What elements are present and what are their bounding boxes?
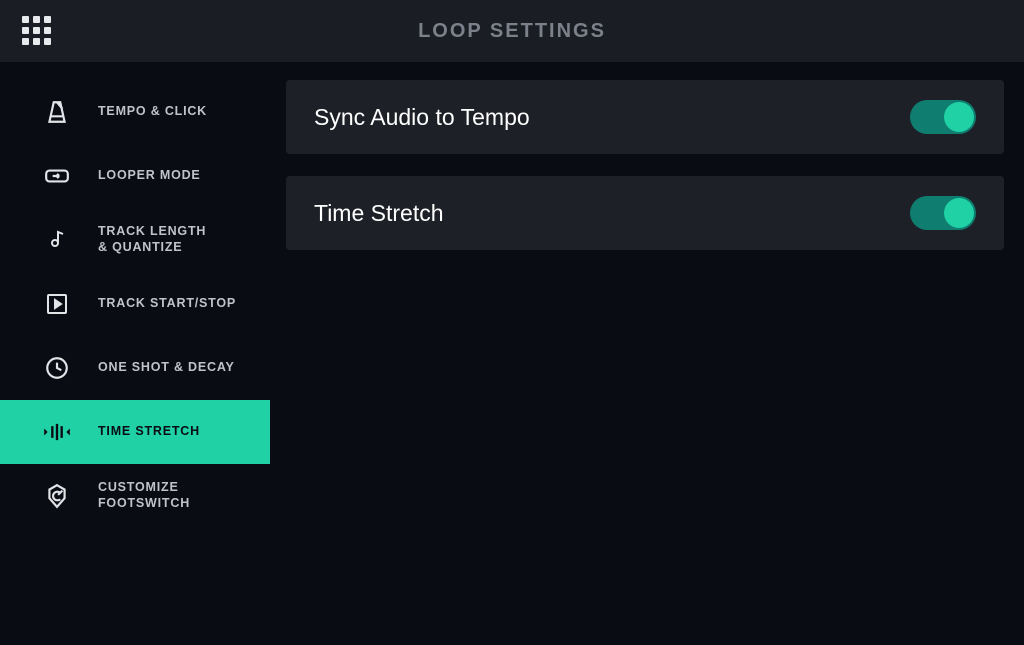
settings-content: Sync Audio to Tempo Time Stretch: [270, 62, 1024, 645]
sidebar-item-label: LOOPER MODE: [98, 168, 201, 184]
setting-label: Time Stretch: [314, 200, 444, 227]
sidebar-item-label: TRACK LENGTH & QUANTIZE: [98, 224, 206, 255]
grid-menu-icon[interactable]: [22, 16, 52, 46]
sidebar-item-label: CUSTOMIZE FOOTSWITCH: [98, 480, 190, 511]
sidebar-item-label: TEMPO & CLICK: [98, 104, 207, 120]
sidebar-item-track-start-stop[interactable]: TRACK START/STOP: [0, 272, 270, 336]
sidebar-item-time-stretch[interactable]: TIME STRETCH: [0, 400, 270, 464]
sidebar: TEMPO & CLICK LOOPER MODE TRACK LENGTH &…: [0, 62, 270, 645]
metronome-icon: [42, 97, 72, 127]
toggle-sync-audio[interactable]: [910, 100, 976, 134]
footswitch-icon: [42, 481, 72, 511]
clock-icon: [42, 353, 72, 383]
setting-label: Sync Audio to Tempo: [314, 104, 530, 131]
sidebar-item-looper-mode[interactable]: LOOPER MODE: [0, 144, 270, 208]
note-icon: [42, 225, 72, 255]
header: LOOP SETTINGS: [0, 0, 1024, 62]
sidebar-item-customize-footswitch[interactable]: CUSTOMIZE FOOTSWITCH: [0, 464, 270, 528]
sidebar-item-label: TRACK START/STOP: [98, 296, 236, 312]
setting-row-sync-audio: Sync Audio to Tempo: [286, 80, 1004, 154]
sidebar-item-one-shot-decay[interactable]: ONE SHOT & DECAY: [0, 336, 270, 400]
toggle-time-stretch[interactable]: [910, 196, 976, 230]
toggle-knob: [944, 198, 974, 228]
time-stretch-icon: [42, 417, 72, 447]
setting-row-time-stretch: Time Stretch: [286, 176, 1004, 250]
main-body: TEMPO & CLICK LOOPER MODE TRACK LENGTH &…: [0, 62, 1024, 645]
sidebar-item-tempo-click[interactable]: TEMPO & CLICK: [0, 80, 270, 144]
sidebar-item-track-length[interactable]: TRACK LENGTH & QUANTIZE: [0, 208, 270, 272]
page-title: LOOP SETTINGS: [0, 20, 1024, 43]
sidebar-item-label: ONE SHOT & DECAY: [98, 360, 235, 376]
sidebar-item-label: TIME STRETCH: [98, 424, 200, 440]
toggle-knob: [944, 102, 974, 132]
play-box-icon: [42, 289, 72, 319]
looper-icon: [42, 161, 72, 191]
